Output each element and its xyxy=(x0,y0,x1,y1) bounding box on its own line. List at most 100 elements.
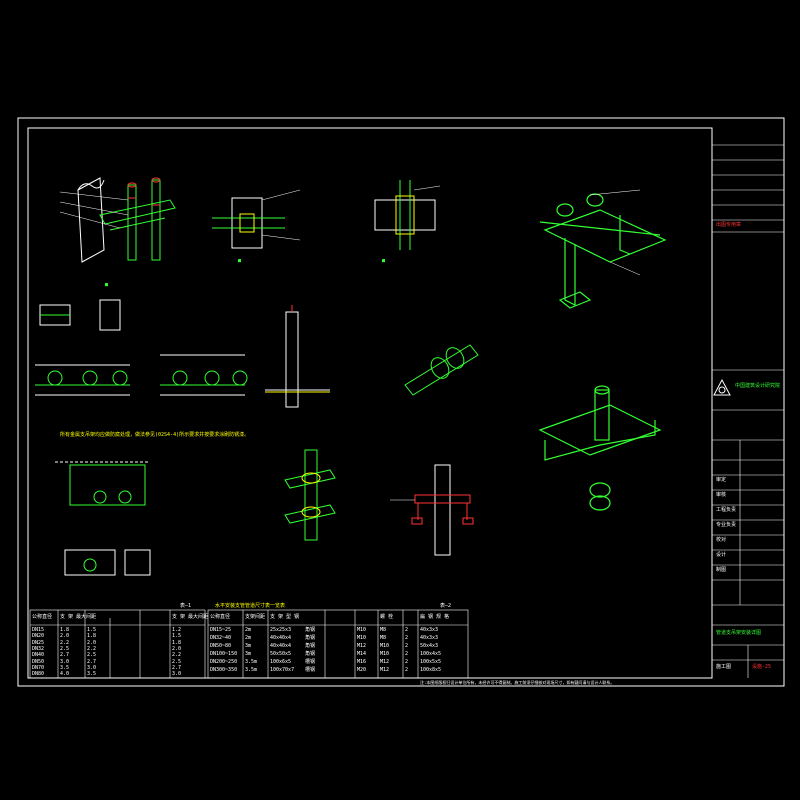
table-cell: DN15~25 xyxy=(210,627,232,633)
title-block-stage: 施工图 xyxy=(716,664,732,670)
table-cell: M20 xyxy=(357,667,367,673)
detail-floor-sleeve xyxy=(374,180,441,250)
table-cell: 40x3x3 xyxy=(420,627,439,633)
table-cell: 25x25x3 xyxy=(270,627,292,633)
detail-slab-support xyxy=(390,464,474,556)
table-header-cell: 支 架 最大间距 xyxy=(172,614,209,620)
detail-riser-brackets xyxy=(284,449,336,541)
table-cell: M8 xyxy=(380,627,387,633)
table-header-cell: 支架间距 xyxy=(245,614,266,620)
table-cell: M12 xyxy=(380,667,390,673)
table-cell: 3.0 xyxy=(172,671,182,678)
table-header-cell: 螺 栓 xyxy=(380,614,394,620)
table-cell: DN15 xyxy=(32,627,45,633)
table-cell: 2 xyxy=(405,643,409,649)
detail-3d-bracket-bottom xyxy=(538,385,662,511)
table-cell: 100x70x7 xyxy=(270,667,295,673)
table-cell: 100x6x5 xyxy=(270,659,292,665)
table-cell: 2 xyxy=(405,627,409,633)
table-header-cell: 公称直径 xyxy=(32,614,53,620)
detail-3d-bracket-top xyxy=(539,189,667,309)
table-header-cell: 支 架 型 钢 xyxy=(270,614,300,620)
table-cell: 50x4x3 xyxy=(420,643,439,649)
table-cell: 2 xyxy=(405,667,409,673)
table-cell: 2.5 xyxy=(60,645,70,652)
detail-roof-pipes xyxy=(55,461,151,576)
table-cell: 4.0 xyxy=(60,671,70,678)
title-block-row-label: 审定 xyxy=(716,477,727,483)
title-block-drawing-title: 管道支吊架安装详图 xyxy=(716,630,762,636)
table-cell: M12 xyxy=(357,643,367,649)
caption-detail-2: ■ xyxy=(238,258,242,264)
table-cell: M8 xyxy=(380,635,387,641)
table-cell: DN80 xyxy=(32,671,45,678)
table-cell: DN50~80 xyxy=(210,643,232,649)
table-cell: 2.7 xyxy=(87,658,97,665)
table-cell: 2 xyxy=(405,659,409,665)
table-cell: 100x5x5 xyxy=(420,659,442,665)
table-cell: 2.5 xyxy=(87,652,97,659)
table-cell: 2m xyxy=(245,627,252,633)
table-cell: 1.8 xyxy=(172,639,182,646)
table-cell: DN100~150 xyxy=(210,651,238,657)
table-cell: 3.0 xyxy=(87,664,97,671)
table-header-cell: 支 架 最大间距 xyxy=(60,614,97,620)
table-cell: 3.5m xyxy=(245,659,258,665)
table-cell: 2.2 xyxy=(60,639,70,646)
footer-note: 注:本图纸版权归设计单位所有，未经许可不得复制。施工前须仔细核对现场尺寸，如有疑… xyxy=(420,680,615,685)
caption-detail-1: ■ xyxy=(105,282,109,288)
table-cell: DN200~250 xyxy=(210,659,238,665)
cad-drawing-sheet xyxy=(17,117,785,687)
table-cell: 槽钢 xyxy=(305,659,316,665)
title-block-row-label: 设计 xyxy=(716,552,727,558)
table-cell: 1.5 xyxy=(172,633,182,640)
table-cell: 3m xyxy=(245,643,252,649)
title-block-grid xyxy=(711,128,784,678)
table-cell: 40x40x4 xyxy=(270,643,292,649)
table-header-cell: 公称直径 xyxy=(210,614,231,620)
detail-a-section xyxy=(39,299,121,331)
title-block-row-label: 专业负责 xyxy=(716,522,737,528)
table-cell: 2.5 xyxy=(172,658,182,665)
title-block-row-label: 审核 xyxy=(716,492,727,498)
table-cell: 1.2 xyxy=(172,627,182,633)
table-cell: 100x4x5 xyxy=(420,651,442,657)
table-cell: 2.0 xyxy=(60,633,70,640)
table-cell: DN40 xyxy=(32,652,45,659)
company-logo xyxy=(713,378,731,396)
table-cell: DN50 xyxy=(32,658,45,665)
title-block-stamp: 出图专用章 xyxy=(716,222,742,228)
table-cell: 角钢 xyxy=(305,627,316,633)
table-cell: 2.2 xyxy=(87,645,97,652)
table-cell: 1.8 xyxy=(87,633,97,640)
detail-trench-left xyxy=(35,364,130,396)
table-cell: 2.0 xyxy=(172,645,182,652)
table-cell: DN20 xyxy=(32,633,45,640)
title-block-row-label: 校对 xyxy=(716,537,727,543)
caption-detail-3: ■ xyxy=(382,258,386,264)
title-block-sheet-no: 设施-25 xyxy=(752,664,772,670)
table-cell: 40x3x3 xyxy=(420,635,439,641)
table-cell: 角钢 xyxy=(305,635,316,641)
table-cell: M16 xyxy=(357,659,367,665)
table-cell: 3m xyxy=(245,651,252,657)
table-cell: M12 xyxy=(380,659,390,665)
table-header-cell: 扁 钢 规 格 xyxy=(420,614,450,620)
table-cell: 2.2 xyxy=(172,652,182,659)
table-1-number: 表—1 xyxy=(180,603,192,609)
table-cell: M10 xyxy=(357,635,367,641)
table-cell: DN70 xyxy=(32,664,45,671)
table-cell: 2 xyxy=(405,651,409,657)
table-cell: 2 xyxy=(405,635,409,641)
general-note: 所有金属支吊架均应做防腐处理，做法参见(02S4-4)所示要求并按要求涂刷防锈漆… xyxy=(60,432,250,438)
title-block-row-label: 制图 xyxy=(716,567,727,573)
table-cell: 1.8 xyxy=(60,627,70,633)
table-cell: 1.5 xyxy=(87,627,97,633)
detail-wall-pipes xyxy=(59,177,176,263)
table-cell: M14 xyxy=(357,651,367,657)
table-cell: 3.5 xyxy=(87,671,97,678)
detail-wall-sleeve xyxy=(212,189,301,249)
detail-trench-right xyxy=(160,354,248,396)
table-cell: DN32~40 xyxy=(210,635,232,641)
table-cell: 2.0 xyxy=(87,639,97,646)
